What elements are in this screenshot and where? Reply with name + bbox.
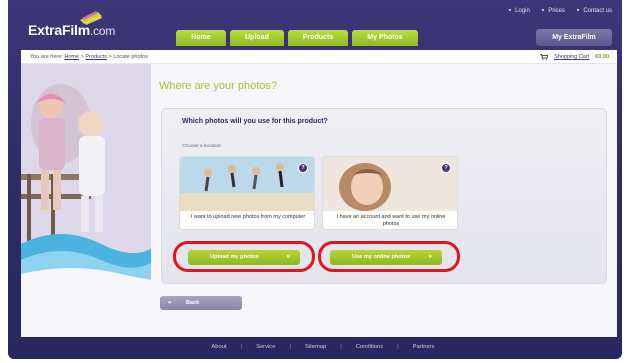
contact-link[interactable]: Contact us [577, 7, 612, 14]
woman-portrait-image [323, 157, 457, 211]
site-logo[interactable]: ExtraFilm.com [28, 22, 115, 38]
breadcrumb-home[interactable]: Home [64, 54, 79, 60]
footer-conditions[interactable]: Conditions [356, 339, 383, 355]
tab-home[interactable]: Home [176, 30, 226, 46]
footer-about[interactable]: About [211, 339, 226, 355]
photo-source-panel: Which photos will you use for this produ… [161, 108, 607, 284]
top-links: Login Prices Contact us [509, 7, 612, 14]
children-illustration [21, 64, 151, 290]
option-online-text: I have an account and want to use my onl… [336, 214, 446, 227]
footer-sitemap[interactable]: Sitemap [305, 339, 326, 355]
shopping-cart-icon[interactable] [540, 54, 549, 60]
option-upload-text: I want to upload new photos from my comp… [190, 214, 306, 220]
highlight-ring-online [318, 241, 460, 272]
back-button[interactable]: « Back [160, 296, 242, 310]
option-card-online[interactable]: ? I have an account and want to use my o… [322, 156, 458, 230]
login-link[interactable]: Login [509, 7, 530, 14]
cart-link[interactable]: Shopping Cart [554, 50, 589, 64]
logo-suffix: .com [90, 24, 116, 38]
site-frame: Login Prices Contact us ExtraFilm.com Ho… [8, 0, 622, 359]
main-content: You are here: Home > Products > Locate p… [21, 50, 617, 337]
jumping-people-image [180, 157, 314, 211]
footer-service[interactable]: Service [256, 339, 275, 355]
arrow-left-icon: « [168, 300, 172, 306]
page-title: Where are your photos? [159, 80, 278, 92]
footer-separator: | [240, 344, 243, 350]
breadcrumb-products[interactable]: Products [85, 54, 107, 60]
hero-children-photo [21, 64, 151, 290]
footer-separator: | [340, 344, 342, 350]
cart-summary: Shopping Cart €0.00 [540, 50, 609, 64]
breadcrumb-current: Locate photos [113, 54, 148, 60]
footer-separator: | [397, 344, 399, 350]
main-nav: Home Upload Products My Photos [176, 30, 418, 46]
tab-products[interactable]: Products [288, 30, 348, 46]
cart-amount: €0.00 [595, 54, 609, 60]
footer-separator: | [289, 344, 291, 350]
panel-subtitle: Choose a location: [182, 144, 222, 149]
logo-name: ExtraFilm [28, 22, 90, 38]
back-button-label: Back [186, 300, 200, 306]
breadcrumb-bar: You are here: Home > Products > Locate p… [21, 50, 617, 64]
footer-links: About | Service | Sitemap | Conditions |… [8, 339, 630, 355]
tab-upload[interactable]: Upload [230, 30, 284, 46]
prices-link[interactable]: Prices [542, 7, 565, 14]
help-icon[interactable]: ? [298, 163, 308, 173]
panel-question: Which photos will you use for this produ… [182, 118, 328, 125]
breadcrumb: You are here: Home > Products > Locate p… [30, 54, 148, 60]
option-card-upload[interactable]: ? I want to upload new photos from my co… [179, 156, 315, 230]
tab-my-photos[interactable]: My Photos [352, 30, 418, 46]
highlight-ring-upload [173, 241, 315, 272]
help-icon[interactable]: ? [441, 163, 451, 173]
footer-partners[interactable]: Partners [413, 339, 435, 355]
my-account-button[interactable]: My ExtraFilm [536, 29, 612, 46]
breadcrumb-prefix: You are here: [30, 54, 63, 60]
